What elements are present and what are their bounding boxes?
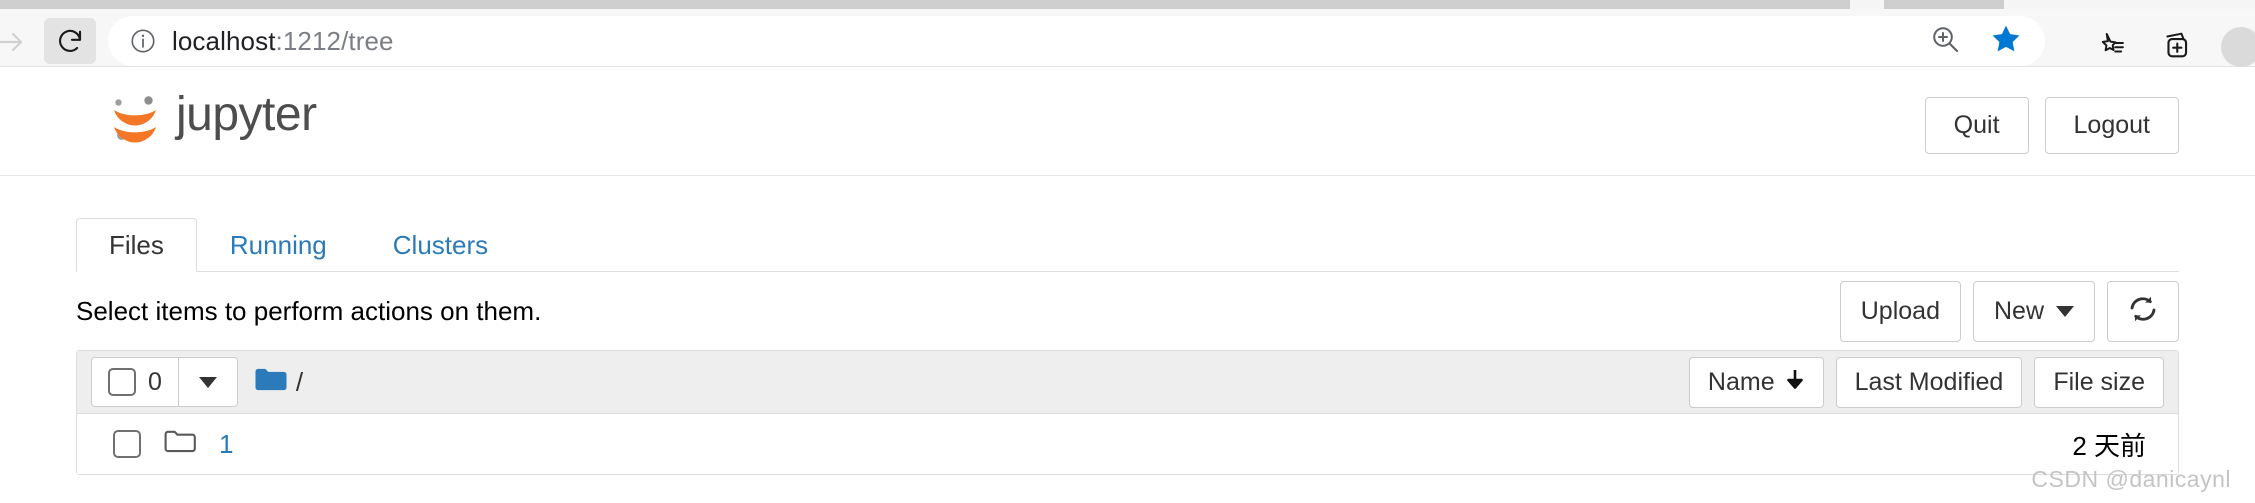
tabs-container: Files Running Clusters [76, 176, 2179, 272]
favorites-icon[interactable] [2089, 27, 2129, 67]
select-items-hint: Select items to perform actions on them. [76, 295, 542, 326]
action-bar-buttons: Upload New [1839, 280, 2179, 342]
tabs: Files Running Clusters [76, 215, 2179, 272]
header-buttons: Quit Logout [1924, 97, 2179, 154]
browser-tab-strip [0, 0, 2255, 9]
browser-tab[interactable] [1884, 0, 2004, 9]
profile-avatar-icon[interactable] [2221, 26, 2255, 67]
action-bar: Select items to perform actions on them.… [76, 272, 2179, 350]
jupyter-header: jupyter Quit Logout [0, 67, 2255, 176]
refresh-button[interactable] [2107, 280, 2179, 342]
jupyter-logo[interactable]: jupyter [104, 87, 317, 149]
row-last-modified: 2 天前 [2072, 430, 2146, 461]
selected-count: 0 [148, 367, 162, 396]
browser-tab[interactable] [0, 0, 1850, 9]
forward-arrow-icon[interactable] [0, 28, 28, 56]
row-left: 1 [91, 428, 233, 461]
tab-strip-gap [2004, 0, 2255, 9]
sort-by-name-button[interactable]: Name [1688, 356, 1824, 408]
zoom-in-icon[interactable] [1929, 23, 1961, 60]
arrow-down-icon [1785, 368, 1805, 397]
address-bar[interactable]: localhost:1212/tree [108, 16, 2045, 66]
reload-icon[interactable] [44, 18, 96, 64]
site-info-icon[interactable] [128, 26, 158, 56]
breadcrumb-root[interactable]: / [296, 367, 303, 398]
tab-running[interactable]: Running [197, 218, 360, 272]
folder-outline-icon [163, 428, 197, 461]
new-button-label: New [1993, 296, 2044, 325]
select-all-checkbox[interactable] [108, 368, 136, 396]
url-host: localhost [172, 25, 276, 56]
sort-by-last-modified-button[interactable]: Last Modified [1835, 356, 2023, 408]
address-bar-url: localhost:1212/tree [172, 26, 394, 57]
quit-button[interactable]: Quit [1924, 97, 2029, 154]
file-list-header: 0 / Name Last Modified File size [77, 351, 2178, 414]
logout-button[interactable]: Logout [2044, 97, 2179, 154]
row-checkbox[interactable] [113, 430, 141, 458]
refresh-icon [2128, 294, 2158, 329]
table-row[interactable]: 1 2 天前 [77, 414, 2178, 474]
sort-name-label: Name [1707, 367, 1775, 396]
row-right: 2 天前 [2072, 426, 2164, 463]
folder-filled-icon [254, 366, 288, 399]
file-list-header-left: 0 / [91, 357, 303, 407]
chevron-down-icon [198, 376, 217, 388]
jupyter-page: jupyter Quit Logout Files Running Cluste… [0, 67, 2255, 503]
select-all-group: 0 [91, 357, 238, 407]
upload-button[interactable]: Upload [1839, 280, 1961, 342]
jupyter-logo-text: jupyter [176, 88, 317, 141]
sort-by-file-size-button[interactable]: File size [2034, 356, 2164, 408]
chevron-down-icon [2056, 305, 2074, 317]
url-path: :1212/tree [275, 25, 394, 56]
new-dropdown-button[interactable]: New [1972, 280, 2095, 342]
file-list: 0 / Name Last Modified File size 1 2 天前 [76, 350, 2179, 475]
jupyter-logo-icon [104, 87, 166, 149]
collections-icon[interactable] [2155, 27, 2195, 67]
sort-buttons: Name Last Modified File size [1688, 356, 2164, 408]
bookmark-star-filled-icon[interactable] [1989, 22, 2023, 61]
select-all-toggle[interactable]: 0 [92, 358, 179, 406]
upload-button-label: Upload [1860, 296, 1940, 325]
tab-strip-gap [1850, 0, 1884, 9]
row-name-link[interactable]: 1 [219, 429, 233, 460]
tab-clusters[interactable]: Clusters [360, 218, 521, 272]
breadcrumb[interactable]: / [254, 366, 303, 399]
tab-files[interactable]: Files [76, 218, 197, 272]
select-all-dropdown[interactable] [179, 358, 237, 406]
browser-toolbar: localhost:1212/tree [0, 9, 2255, 67]
